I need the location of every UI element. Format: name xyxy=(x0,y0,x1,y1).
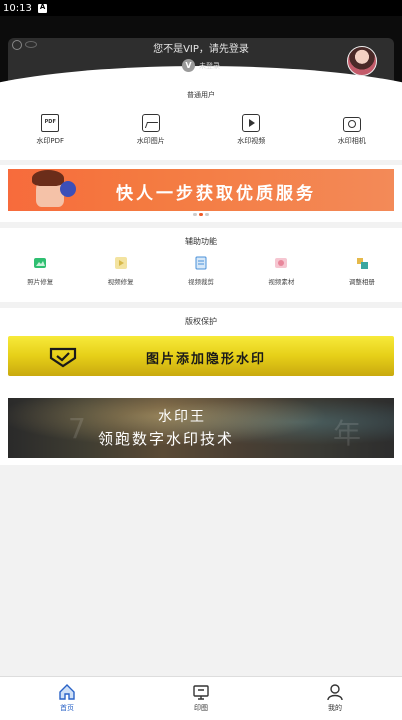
login-status[interactable]: V 未登录 xyxy=(182,59,220,72)
quick-actions: PDF 水印PDF 水印图片 水印视频 水印相机 xyxy=(0,102,402,160)
status-time: 10:13 xyxy=(3,2,32,14)
notification-icon xyxy=(37,3,47,13)
tools-section-title: 辅助功能 xyxy=(185,237,217,246)
profile-icon xyxy=(327,684,343,701)
banner-text: 快人一步获取优质服务 xyxy=(116,184,316,204)
promo-ghost-glyph: 年 xyxy=(333,417,362,450)
carousel-indicator xyxy=(193,213,209,216)
quick-action-label: 水印PDF xyxy=(36,137,65,145)
nav-label: 首页 xyxy=(60,704,74,712)
quick-action-label: 水印图片 xyxy=(136,137,165,145)
banner-section: 快人一步获取优质服务 xyxy=(0,165,402,222)
home-icon xyxy=(59,684,75,700)
tool-photo-repair[interactable]: 照片修复 xyxy=(0,256,80,286)
tool-video-crop[interactable]: 视频裁剪 xyxy=(161,256,241,286)
video-crop-icon xyxy=(195,256,207,270)
nav-profile[interactable]: 我的 xyxy=(268,677,402,720)
carousel-dot-active[interactable] xyxy=(199,213,203,216)
tool-label: 调整相册 xyxy=(348,278,375,286)
print-icon xyxy=(193,685,209,700)
tool-video-repair[interactable]: 视频修复 xyxy=(80,256,160,286)
video-repair-icon xyxy=(114,257,127,269)
photo-repair-icon xyxy=(34,258,47,268)
pdf-icon: PDF xyxy=(41,114,60,132)
promo-subtitle: 领跑数字水印技术 xyxy=(98,430,235,448)
quick-action-video[interactable]: 水印视频 xyxy=(201,102,302,160)
video-material-icon xyxy=(275,258,288,268)
status-bar: 10:13 xyxy=(0,0,402,16)
quick-action-label: 水印视频 xyxy=(237,137,266,145)
invisible-watermark-label: 图片添加隐形水印 xyxy=(146,352,267,367)
tool-label: 视频素材 xyxy=(268,278,295,286)
user-level: 普通用户 xyxy=(187,91,215,99)
nav-print[interactable]: 印图 xyxy=(134,677,268,720)
nav-label: 印图 xyxy=(194,704,208,712)
video-icon xyxy=(242,114,261,132)
quick-action-image[interactable]: 水印图片 xyxy=(101,102,202,160)
quick-action-label: 水印相机 xyxy=(337,137,366,145)
login-status-text: 未登录 xyxy=(199,61,220,70)
nav-label: 我的 xyxy=(328,704,342,712)
shield-check-icon xyxy=(49,347,77,368)
quick-action-camera[interactable]: 水印相机 xyxy=(302,102,402,160)
carousel-dot[interactable] xyxy=(193,213,197,216)
tool-album[interactable]: 调整相册 xyxy=(322,256,402,286)
tool-label: 照片修复 xyxy=(27,278,54,286)
promo-banner[interactable]: 快人一步获取优质服务 xyxy=(8,169,394,211)
copyright-section: 版权保护 图片添加隐形水印 7 年 水印王 领跑数字水印技术 xyxy=(0,308,402,465)
image-icon xyxy=(141,114,160,132)
watermark-king-promo[interactable]: 7 年 水印王 领跑数字水印技术 xyxy=(8,398,394,458)
tools-section: 辅助功能 照片修复 视频修复 视频裁剪 视频素材 调整相册 xyxy=(0,228,402,302)
vip-login-prompt[interactable]: 您不是VIP，请先登录 xyxy=(0,40,402,55)
magnifier-icon xyxy=(60,181,76,197)
tools-grid: 照片修复 视频修复 视频裁剪 视频素材 调整相册 xyxy=(0,256,402,286)
copyright-section-title: 版权保护 xyxy=(185,317,217,326)
album-icon xyxy=(356,258,368,269)
invisible-watermark-button[interactable]: 图片添加隐形水印 xyxy=(8,336,394,376)
quick-action-pdf[interactable]: PDF 水印PDF xyxy=(0,102,101,160)
tool-video-material[interactable]: 视频素材 xyxy=(241,256,321,286)
promo-ghost-glyph: 7 xyxy=(68,412,86,445)
tool-label: 视频修复 xyxy=(107,278,134,286)
vip-badge-icon: V xyxy=(182,59,195,72)
bottom-nav: 首页 印图 我的 xyxy=(0,676,402,720)
nav-home[interactable]: 首页 xyxy=(0,677,134,720)
tool-label: 视频裁剪 xyxy=(188,278,215,286)
promo-title: 水印王 xyxy=(158,409,206,425)
camera-icon xyxy=(342,117,361,132)
carousel-dot[interactable] xyxy=(205,213,209,216)
avatar[interactable] xyxy=(347,46,377,76)
